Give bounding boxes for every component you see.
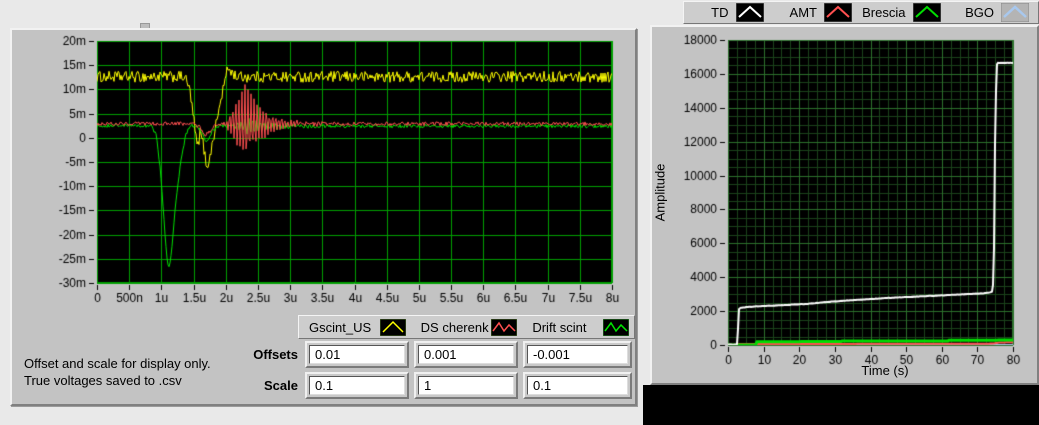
offset-input-1[interactable] — [309, 345, 405, 364]
waveform-graph-panel: Gscint_US DS cherenk Drift scint Offset … — [10, 28, 637, 406]
labview-front-panel: { "left_panel": { "note_line1": "Offset … — [0, 0, 1039, 425]
legend-item-amt[interactable]: AMT — [773, 2, 862, 23]
offset-input-3[interactable] — [527, 345, 628, 364]
waveform-graph-plot — [12, 30, 635, 313]
note-line-1: Offset and scale for display only. — [24, 356, 211, 371]
plot-style-icon[interactable] — [491, 318, 518, 336]
offset-input-2[interactable] — [418, 345, 514, 364]
scale-input-3[interactable] — [527, 376, 628, 395]
offsets-label: Offsets — [253, 347, 298, 362]
legend-label: Drift scint — [532, 319, 587, 335]
bottom-black-strip — [643, 385, 1039, 425]
legend-item-gscint-us[interactable]: Gscint_US — [299, 316, 411, 338]
plot-style-icon[interactable] — [735, 3, 764, 22]
note-line-2: True voltages saved to .csv — [24, 373, 182, 388]
plot-style-icon[interactable] — [603, 318, 630, 336]
scale-field-wrap — [523, 372, 632, 399]
amplitude-chart-legend: TD AMT Brescia BGO — [683, 1, 1039, 24]
offset-field-wrap — [523, 341, 632, 368]
legend-item-bgo[interactable]: BGO — [950, 2, 1039, 23]
plot-style-icon[interactable] — [1001, 3, 1029, 22]
legend-item-drift-scint[interactable]: Drift scint — [522, 316, 634, 338]
legend-label: TD — [711, 5, 729, 20]
offset-field-wrap — [305, 341, 409, 368]
x-axis-title: Time (s) — [861, 363, 909, 378]
legend-label: DS cherenk — [420, 319, 489, 335]
legend-label: BGO — [965, 5, 994, 20]
legend-item-td[interactable]: TD — [684, 2, 773, 23]
waveform-legend: Gscint_US DS cherenk Drift scint — [298, 315, 635, 339]
legend-item-brescia[interactable]: Brescia — [861, 2, 950, 23]
legend-label: Brescia — [862, 5, 906, 20]
legend-label: AMT — [789, 5, 817, 20]
note-text: Offset and scale for display only. True … — [24, 355, 211, 389]
legend-label: Gscint_US — [309, 319, 372, 335]
scale-field-wrap — [305, 372, 409, 399]
offset-field-wrap — [414, 341, 518, 368]
scale-label: Scale — [264, 378, 298, 393]
y-axis-title: Amplitude — [652, 163, 668, 222]
scale-input-2[interactable] — [418, 376, 514, 395]
amplitude-chart-plot — [652, 27, 1037, 383]
amplitude-chart-panel: Amplitude Time (s) — [650, 25, 1039, 385]
legend-item-ds-cherenk[interactable]: DS cherenk — [411, 316, 523, 338]
plot-style-icon[interactable] — [379, 318, 406, 336]
plot-style-icon[interactable] — [912, 3, 941, 22]
scale-input-1[interactable] — [309, 376, 405, 395]
plot-style-icon[interactable] — [824, 3, 852, 22]
scale-field-wrap — [414, 372, 518, 399]
